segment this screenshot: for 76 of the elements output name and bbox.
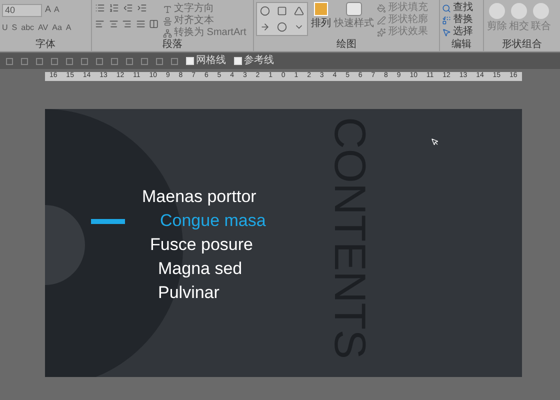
edit-command-icon [442, 16, 451, 24]
toolbar-icon[interactable] [36, 58, 43, 64]
shape-format-command[interactable]: 形状效果 [377, 26, 428, 38]
align-center-icon[interactable] [108, 19, 118, 29]
shape-format-icon [377, 16, 386, 24]
font-format-button[interactable]: S [12, 23, 18, 33]
edit-command[interactable]: 替换 [442, 14, 481, 26]
triangle-shape-icon[interactable] [294, 6, 304, 16]
circle-shape-icon[interactable] [276, 22, 287, 32]
font-format-button[interactable]: A [66, 23, 72, 33]
toolbar-icon[interactable] [111, 58, 118, 64]
font-format-button[interactable]: abc [21, 23, 34, 33]
toolbar-icon[interactable] [6, 58, 13, 64]
group-label: 编辑 [452, 39, 472, 51]
indent-icon[interactable] [137, 3, 147, 13]
shape-format-command[interactable]: 形状轮廓 [377, 14, 428, 26]
align-left-icon[interactable] [95, 19, 105, 29]
arrow-shape-icon[interactable] [260, 22, 270, 32]
paragraph-command[interactable]: 转换为 SmartArt [163, 27, 246, 39]
paragraph-command-icon [163, 4, 172, 14]
numbering-icon[interactable] [109, 3, 119, 13]
group-label: 段落 [162, 39, 182, 51]
toolbar-icon[interactable] [66, 58, 73, 64]
font-format-button[interactable]: U [2, 23, 8, 33]
contents-item[interactable]: Congue masa [160, 210, 266, 232]
font-size-field[interactable]: 40 [2, 4, 42, 16]
group-label: 字体 [36, 39, 56, 51]
shape-gallery[interactable] [256, 2, 308, 36]
outdent-icon[interactable] [123, 3, 133, 13]
edit-command[interactable]: 选择 [442, 26, 481, 38]
contents-item[interactable]: Pulvinar [158, 282, 220, 304]
columns-icon[interactable] [149, 19, 159, 29]
merge-shapes-button[interactable]: 剪除 [487, 3, 507, 33]
checkbox[interactable] [234, 57, 242, 65]
toolbar-icon[interactable] [21, 58, 28, 64]
merge-shapes-button[interactable]: 相交 [509, 3, 529, 33]
align-right-icon[interactable] [122, 19, 132, 29]
toolbar-icon[interactable] [126, 58, 133, 64]
circle-shape-icon[interactable] [260, 6, 270, 16]
group-label: 形状组合 [502, 39, 542, 51]
style-swatch-icon [346, 2, 362, 16]
arrange-icon [314, 2, 328, 16]
edit-command-icon [442, 4, 451, 12]
merge-shapes-button[interactable]: 联合 [531, 3, 551, 33]
checkbox-label: 网格线 [196, 55, 226, 67]
square-shape-icon[interactable] [276, 6, 287, 16]
checkbox[interactable] [186, 57, 194, 65]
toolbar-icon[interactable] [171, 58, 178, 64]
edit-command[interactable]: 查找 [442, 2, 481, 14]
paragraph-command-icon [163, 28, 172, 38]
shape-format-icon [377, 4, 386, 12]
group-label: 绘图 [336, 39, 356, 51]
arrange-button[interactable]: 排列 [311, 2, 331, 38]
paragraph-command-icon [163, 16, 172, 26]
checkbox-label: 参考线 [244, 55, 274, 67]
mouse-cursor-icon [431, 138, 439, 146]
paragraph-command[interactable]: 对齐文本 [163, 15, 246, 27]
quick-styles-button[interactable]: 快速样式 [334, 2, 374, 38]
font-format-button[interactable]: Aa [52, 23, 62, 33]
font-format-button[interactable]: AV [38, 23, 48, 33]
contents-item[interactable]: Magna sed [158, 258, 242, 280]
toolbar-icon[interactable] [96, 58, 103, 64]
shape-format-icon [377, 28, 386, 36]
contents-item[interactable]: Maenas porttor [142, 186, 256, 208]
paragraph-command[interactable]: 文字方向 [163, 3, 246, 15]
toolbar-icon[interactable] [141, 58, 148, 64]
edit-command-icon [442, 28, 451, 36]
toolbar-icon[interactable] [81, 58, 88, 64]
toolbar-icon[interactable] [51, 58, 58, 64]
justify-icon[interactable] [136, 19, 146, 29]
bullets-icon[interactable] [95, 3, 105, 13]
toolbar-icon[interactable] [156, 58, 163, 64]
shrink-font-button[interactable]: A [54, 4, 60, 16]
grow-font-button[interactable]: A [45, 3, 52, 17]
contents-item[interactable]: Fusce posure [150, 234, 253, 256]
shape-format-command[interactable]: 形状填充 [377, 2, 428, 14]
